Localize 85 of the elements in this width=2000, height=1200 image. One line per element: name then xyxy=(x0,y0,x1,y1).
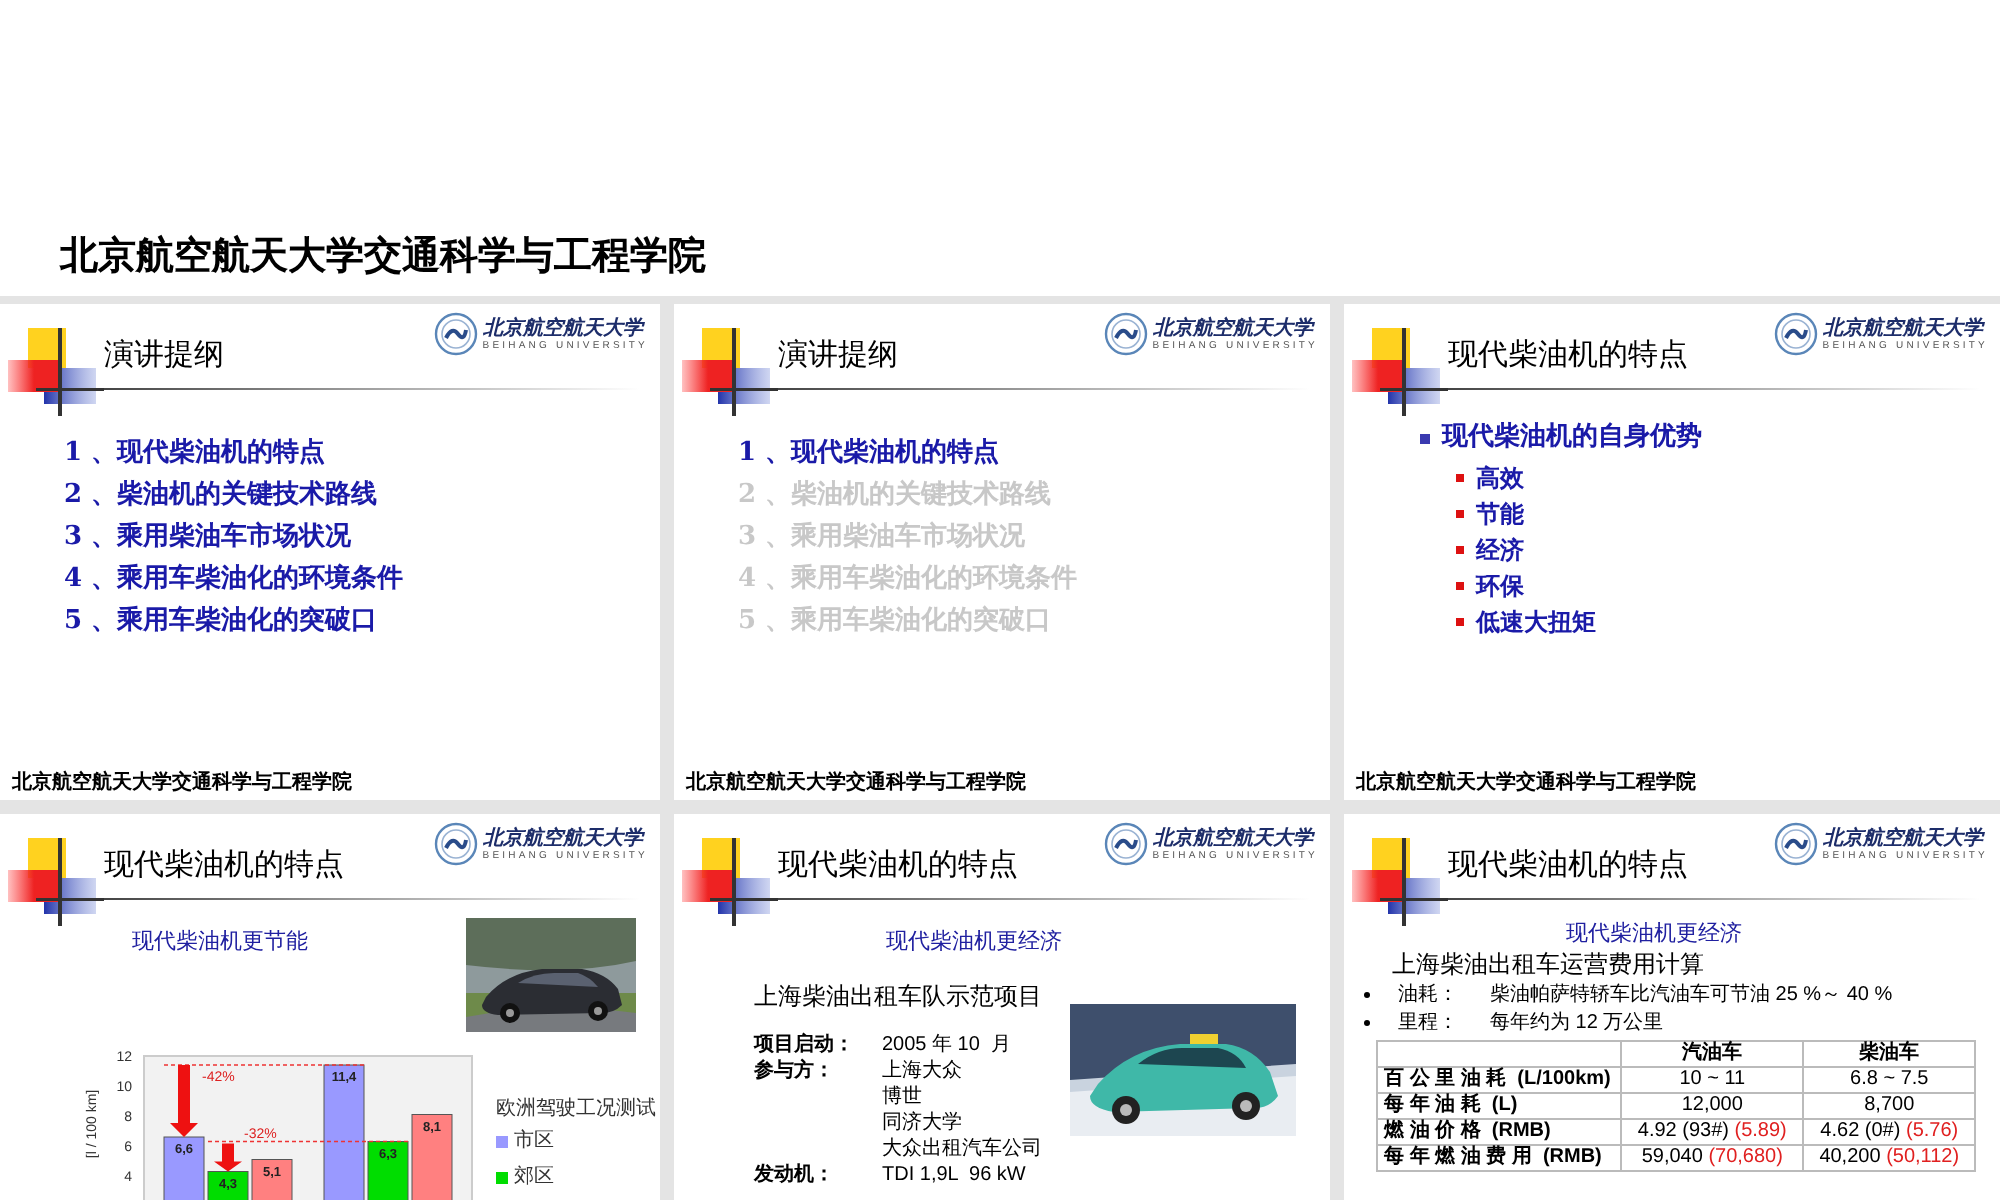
bullet-icon xyxy=(1420,433,1430,443)
legend-label: 市区 xyxy=(514,1128,554,1156)
seal-icon xyxy=(1774,312,1819,356)
university-name: 北京航空航天大学 xyxy=(482,317,643,339)
bullet-text: 低速大扭矩 xyxy=(1476,606,1596,640)
row-header: 每 年 燃 油 费 用 (RMB) xyxy=(1377,1145,1621,1171)
bullet-icon xyxy=(1456,618,1464,626)
bullet-icon xyxy=(1456,546,1464,554)
outline-item: 1 、现代柴油机的特点 xyxy=(738,436,1002,472)
slide-subtitle: 现代柴油机更经济 xyxy=(886,927,1062,958)
university-name: 北京航空航天大学 xyxy=(1152,317,1313,339)
slide-title: 演讲提纲 xyxy=(778,340,898,370)
corner-decoration-drawing xyxy=(8,328,104,416)
corner-decoration-drawing xyxy=(682,838,778,926)
fact-value: 2005 年 10 月 xyxy=(882,1031,1011,1057)
fact-value: TDI 1,9L 96 kW xyxy=(882,1161,1026,1187)
outline-item: 1 、现代柴油机的特点 xyxy=(64,436,328,472)
slide-title: 现代柴油机的特点 xyxy=(104,850,344,880)
seal-icon xyxy=(1774,822,1819,866)
bullet-icon xyxy=(1456,582,1464,590)
seal-icon xyxy=(1104,822,1149,866)
bullet-text: 每年约为 12 万公里 xyxy=(1490,1009,1664,1037)
outline-item: 2 、柴油机的关键技术路线 xyxy=(64,477,380,514)
corner-decoration-drawing xyxy=(682,328,778,416)
seal-icon xyxy=(434,312,479,356)
fact-value: 大众出租汽车公司 xyxy=(882,1135,1042,1161)
slide-title: 演讲提纲 xyxy=(104,340,224,370)
corner-decoration-drawing xyxy=(1352,328,1448,416)
slide-title: 现代柴油机的特点 xyxy=(1448,340,1688,370)
bullet-icon xyxy=(1364,1019,1370,1025)
fact-label: 参与方： xyxy=(754,1057,836,1085)
outline-item: 5 、乘用车柴油化的突破口 xyxy=(64,603,380,640)
table-cell: 10 ~ 11 xyxy=(1621,1067,1804,1093)
column-header: 汽油车 xyxy=(1621,1041,1804,1067)
table-cell: 6.8 ~ 7.5 xyxy=(1803,1067,1975,1093)
seal-icon xyxy=(1104,312,1149,356)
outline-item: 3 、乘用柴油车市场状况 xyxy=(64,519,354,556)
university-name: 北京航空航天大学 xyxy=(1152,827,1313,849)
table-cell: 8,700 xyxy=(1803,1093,1975,1119)
table-cell: 4.92 (93#) (5.89) xyxy=(1621,1119,1804,1145)
column-header: 柴油车 xyxy=(1803,1041,1975,1067)
bullet-icon xyxy=(1456,474,1464,482)
corner-decoration-drawing xyxy=(1352,838,1448,926)
fact-value: 同济大学 xyxy=(882,1109,964,1135)
slide-footer: 北京航空航天大学交通科学与工程学院 xyxy=(12,774,352,794)
fact-label: 发动机： xyxy=(754,1161,836,1187)
row-header: 燃 油 价 格 (RMB) xyxy=(1377,1119,1621,1145)
table-cell: 4.62 (0#) (5.76) xyxy=(1803,1119,1975,1145)
fact-value: 博世 xyxy=(882,1083,924,1109)
page-title: 北京航空航天大学交通科学与工程学院 xyxy=(60,231,706,281)
fact-value: 上海大众 xyxy=(882,1057,964,1083)
university-name: 北京航空航天大学 xyxy=(1822,317,1983,339)
section-heading: 上海柴油出租车队示范项目 xyxy=(754,979,1044,1011)
outline-item: 4 、乘用车柴油化的环境条件 xyxy=(64,561,406,598)
row-header: 百 公 里 油 耗 (L/100km) xyxy=(1377,1067,1621,1093)
legend-title: 欧洲驾驶工况测试 xyxy=(496,1100,656,1120)
slide-title: 现代柴油机的特点 xyxy=(1448,850,1688,880)
seal-icon xyxy=(434,822,479,866)
bullet-label: 油耗： xyxy=(1398,981,1460,1009)
down-arrow xyxy=(214,1143,242,1172)
corner-decoration-drawing xyxy=(8,838,104,926)
table-cell: 40,200 (50,112) xyxy=(1803,1145,1975,1171)
bullet-label: 里程： xyxy=(1398,1009,1460,1037)
slide-footer: 北京航空航天大学交通科学与工程学院 xyxy=(1356,774,1696,794)
down-arrow xyxy=(170,1065,198,1137)
bullet-text: 经济 xyxy=(1476,534,1524,568)
row-header: 每 年 油 耗 (L) xyxy=(1377,1093,1621,1119)
slide-title: 现代柴油机的特点 xyxy=(778,850,1018,880)
university-name: 北京航空航天大学 xyxy=(1822,827,1983,849)
bullet-text: 现代柴油机的自身优势 xyxy=(1442,420,1702,456)
slide-footer: 北京航空航天大学交通科学与工程学院 xyxy=(686,774,1026,794)
fact-label: 项目启动： xyxy=(754,1031,856,1057)
table-cell: 59,040 (70,680) xyxy=(1621,1145,1804,1171)
table-cell: 12,000 xyxy=(1621,1093,1804,1119)
university-name: 北京航空航天大学 xyxy=(482,827,643,849)
bullet-text: 高效 xyxy=(1476,462,1524,496)
bullet-text: 节能 xyxy=(1476,498,1524,532)
section-heading: 上海柴油出租车运营费用计算 xyxy=(1390,948,1706,980)
bullet-icon xyxy=(1364,991,1370,997)
slide-subtitle: 现代柴油机更经济 xyxy=(1566,920,1742,948)
legend-label: 郊区 xyxy=(514,1164,554,1192)
bullet-text: 柴油帕萨特轿车比汽油车可节油 25 %～ 40 % xyxy=(1490,981,1893,1009)
bullet-text: 环保 xyxy=(1476,570,1524,604)
bullet-icon xyxy=(1456,510,1464,518)
slide-subtitle: 现代柴油机更节能 xyxy=(132,927,308,958)
